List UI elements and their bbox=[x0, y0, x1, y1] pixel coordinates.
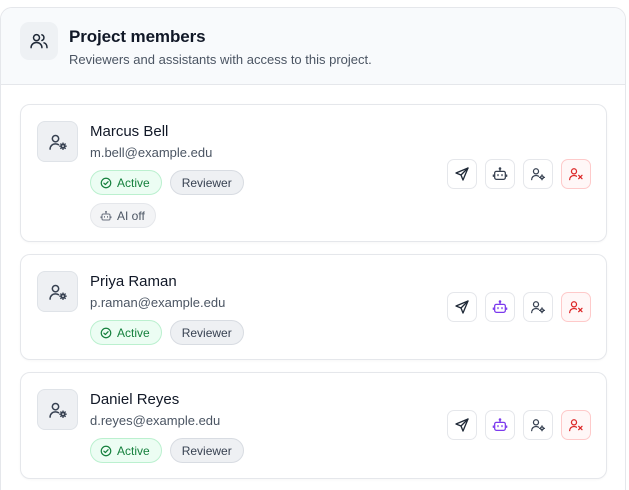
role-badge: Reviewer bbox=[169, 170, 244, 195]
send-icon bbox=[455, 418, 469, 432]
member-badges: Active Reviewer bbox=[90, 438, 244, 463]
toggle-ai-button[interactable] bbox=[485, 292, 515, 322]
status-badge: Active bbox=[90, 170, 162, 195]
role-badge: Reviewer bbox=[169, 438, 244, 463]
user-settings-icon bbox=[37, 271, 78, 312]
member-card-daniel-reyes: Daniel Reyes d.reyes@example.edu Active … bbox=[20, 372, 607, 479]
user-remove-icon bbox=[569, 168, 583, 181]
member-email: m.bell@example.edu bbox=[90, 145, 213, 160]
role-label: Reviewer bbox=[181, 175, 232, 190]
status-label: Active bbox=[117, 175, 150, 190]
check-circle-icon bbox=[100, 445, 112, 456]
send-icon bbox=[455, 167, 469, 181]
remove-member-button[interactable] bbox=[561, 159, 591, 189]
toggle-ai-button[interactable] bbox=[485, 410, 515, 440]
ai-off-badge: AI off bbox=[90, 203, 156, 228]
send-invite-button[interactable] bbox=[447, 410, 477, 440]
user-remove-icon bbox=[569, 419, 583, 432]
status-badge: Active bbox=[90, 320, 162, 345]
panel-title: Project members bbox=[69, 27, 206, 46]
check-circle-icon bbox=[100, 327, 112, 338]
user-settings-icon bbox=[37, 121, 78, 162]
member-email: p.raman@example.edu bbox=[90, 295, 226, 310]
member-card-priya-raman: Priya Raman p.raman@example.edu Active R… bbox=[20, 254, 607, 360]
panel-subtitle: Reviewers and assistants with access to … bbox=[69, 52, 372, 67]
role-label: Reviewer bbox=[181, 325, 232, 340]
remove-member-button[interactable] bbox=[561, 292, 591, 322]
user-settings-icon bbox=[37, 389, 78, 430]
send-icon bbox=[455, 300, 469, 314]
member-card-marcus-bell: Marcus Bell m.bell@example.edu Active Re… bbox=[20, 104, 607, 242]
users-icon bbox=[20, 22, 58, 60]
remove-member-button[interactable] bbox=[561, 410, 591, 440]
toggle-ai-button[interactable] bbox=[485, 159, 515, 189]
member-name: Marcus Bell bbox=[90, 123, 169, 140]
manage-member-button[interactable] bbox=[523, 159, 553, 189]
manage-member-button[interactable] bbox=[523, 292, 553, 322]
bot-icon bbox=[100, 210, 112, 220]
bot-icon bbox=[492, 300, 508, 313]
panel-header: Project members Reviewers and assistants… bbox=[1, 8, 625, 85]
role-badge: Reviewer bbox=[169, 320, 244, 345]
project-members-panel: Project members Reviewers and assistants… bbox=[0, 7, 626, 490]
member-badges: Active Reviewer bbox=[90, 320, 244, 345]
bot-icon bbox=[492, 167, 508, 180]
member-badges: Active Reviewer bbox=[90, 170, 244, 195]
user-settings-icon bbox=[531, 419, 546, 432]
member-email: d.reyes@example.edu bbox=[90, 413, 221, 428]
user-settings-icon bbox=[531, 168, 546, 181]
user-settings-icon bbox=[531, 301, 546, 314]
status-badge: Active bbox=[90, 438, 162, 463]
member-name: Daniel Reyes bbox=[90, 391, 180, 408]
user-remove-icon bbox=[569, 301, 583, 314]
member-actions bbox=[447, 159, 591, 189]
send-invite-button[interactable] bbox=[447, 159, 477, 189]
ai-badge-label: AI off bbox=[117, 208, 145, 223]
status-label: Active bbox=[117, 443, 150, 458]
role-label: Reviewer bbox=[181, 443, 232, 458]
member-name: Priya Raman bbox=[90, 273, 177, 290]
member-actions bbox=[447, 410, 591, 440]
send-invite-button[interactable] bbox=[447, 292, 477, 322]
status-label: Active bbox=[117, 325, 150, 340]
manage-member-button[interactable] bbox=[523, 410, 553, 440]
member-actions bbox=[447, 292, 591, 322]
bot-icon bbox=[492, 418, 508, 431]
check-circle-icon bbox=[100, 177, 112, 188]
